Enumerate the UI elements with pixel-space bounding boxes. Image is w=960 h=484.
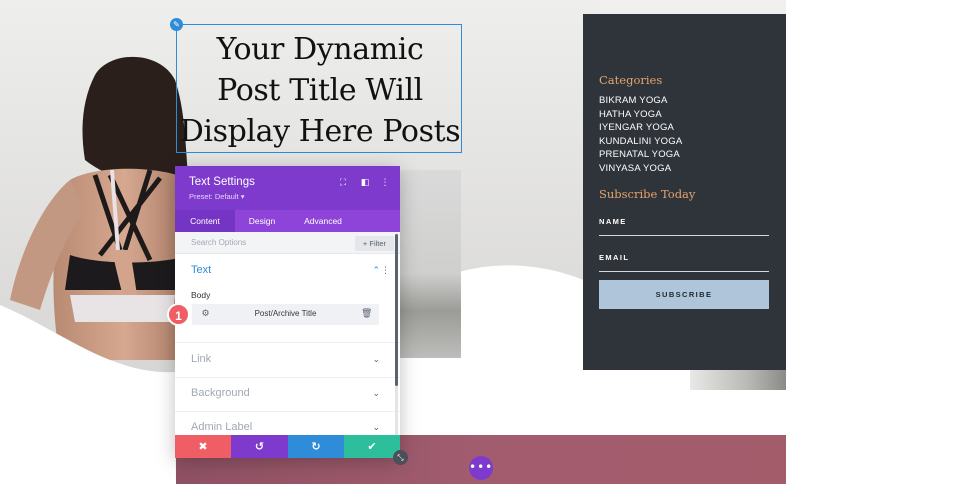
step-badge: 1 [167,303,190,326]
chevron-down-icon[interactable]: ⌄ [372,423,380,433]
categories-heading: Categories [599,73,663,87]
modal-title: Text Settings [189,176,255,188]
preset-selector[interactable]: Preset: Default ▾ [189,192,244,201]
category-link[interactable]: IYENGAR YOGA [599,121,682,135]
category-link[interactable]: PRENATAL YOGA [599,148,682,162]
dynamic-content-field[interactable]: Post/Archive Title ⚙ 🗑 [192,304,379,325]
post-title-line: Display Here Posts [179,114,461,149]
resize-handle-icon[interactable]: ⤡ [393,450,408,465]
section-divider [175,342,400,343]
more-options-button[interactable]: ••• [469,456,493,480]
modal-header[interactable]: Text Settings Preset: Default ▾ ⛶ ◧ ⋮ [175,166,400,210]
section-menu-icon[interactable]: ⋮ [381,266,390,276]
section-divider [175,411,400,412]
category-link[interactable]: VINYASA YOGA [599,162,682,176]
undo-icon[interactable]: ↺ [231,435,288,458]
chevron-up-icon[interactable]: ⌃ [372,266,380,276]
tab-design[interactable]: Design [235,210,289,232]
page-margin [786,0,960,484]
chevron-down-icon[interactable]: ⌄ [372,389,380,399]
post-title: Your Dynamic Post Title Will Display Her… [177,29,463,152]
section-link-title[interactable]: Link [191,353,211,365]
section-admin-label-title[interactable]: Admin Label [191,421,252,433]
secondary-image [400,170,461,358]
trash-icon[interactable]: 🗑 [361,309,372,320]
rocks-image-edge [690,368,786,390]
expand-icon[interactable]: ⛶ [337,177,349,189]
scrollbar-thumb[interactable] [395,234,398,386]
close-icon[interactable]: ✖ [175,435,231,458]
more-options-icon[interactable]: ⋮ [379,177,391,189]
category-link[interactable]: HATHA YOGA [599,108,682,122]
dynamic-content-value: Post/Archive Title [254,309,317,318]
chevron-down-icon[interactable]: ⌄ [372,355,380,365]
category-list: BIKRAM YOGA HATHA YOGA IYENGAR YOGA KUND… [599,94,682,176]
search-options-bar: Search Options + Filter [175,232,400,254]
modal-footer: ✖ ↺ ↻ ✔ [175,435,400,458]
section-background-title[interactable]: Background [191,387,250,399]
section-divider [175,377,400,378]
text-settings-modal: Text Settings Preset: Default ▾ ⛶ ◧ ⋮ Co… [175,166,400,457]
gear-icon[interactable]: ⚙ [200,309,211,320]
subscribe-button[interactable]: SUBSCRIBE [599,280,769,309]
category-link[interactable]: KUNDALINI YOGA [599,135,682,149]
filter-button[interactable]: + Filter [355,236,394,251]
sidebar-toggle-icon[interactable]: ◧ [359,177,371,189]
post-title-line: Post Title Will [217,73,423,108]
title-module[interactable]: Your Dynamic Post Title Will Display Her… [176,24,462,153]
modal-tabs: Content Design Advanced [175,210,400,232]
name-field-underline [599,235,769,236]
edit-pencil-icon[interactable]: ✎ [170,18,183,31]
body-label: Body [191,290,211,300]
tab-content[interactable]: Content [175,210,235,232]
post-title-line: Your Dynamic [216,32,424,67]
search-options-input[interactable]: Search Options [191,238,246,247]
tab-advanced[interactable]: Advanced [289,210,357,232]
email-field-underline [599,271,769,272]
check-icon[interactable]: ✔ [344,435,400,458]
name-field[interactable]: NAME [599,217,627,226]
redo-icon[interactable]: ↻ [288,435,344,458]
section-text-title[interactable]: Text [191,264,211,276]
subscribe-heading: Subscribe Today [599,187,696,201]
category-link[interactable]: BIKRAM YOGA [599,94,682,108]
email-field[interactable]: EMAIL [599,253,629,262]
sidebar: Categories BIKRAM YOGA HATHA YOGA IYENGA… [583,14,786,370]
